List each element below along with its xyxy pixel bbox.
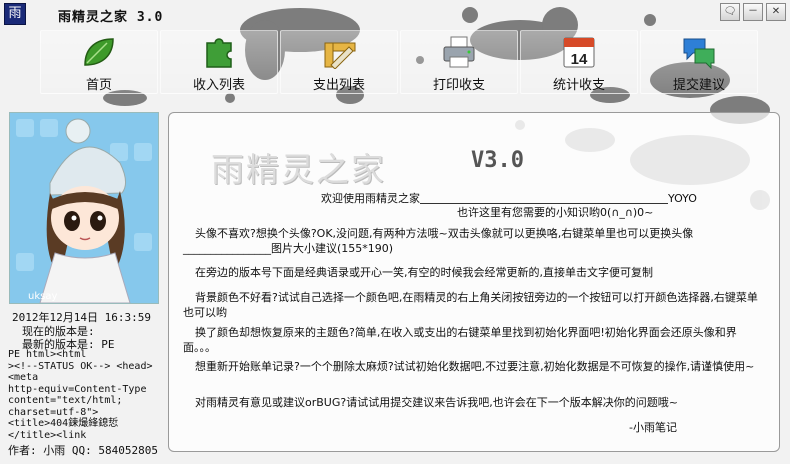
toolbar-income-list-button[interactable]: 收入列表: [160, 30, 278, 94]
welcome-line: 欢迎使用雨精灵之家 YOYO: [321, 191, 697, 206]
window-controls: 🗨 － ✕: [720, 3, 786, 21]
toolbar-print-button[interactable]: 打印收支: [400, 30, 518, 94]
tip-paragraph: 换了颜色却想恢复原来的主题色?简单,在收入或支出的右键菜单里找到初始化界面吧!初…: [183, 326, 737, 354]
chat-bubbles-icon: [683, 38, 715, 69]
feedback-window-button[interactable]: 🗨: [720, 3, 740, 21]
tip-paragraph: 想重新开始账单记录?一个个删除太麻烦?试试初始化数据吧,不过要注意,初始化数据是…: [195, 360, 755, 373]
avatar-illustration: uksay: [10, 113, 158, 303]
tips-subtitle: 也许这里有您需要的小知识哟0(∩_∩)0~: [457, 206, 654, 219]
close-button[interactable]: ✕: [766, 3, 786, 21]
version-heading: V3.0: [471, 148, 524, 173]
user-avatar[interactable]: uksay: [9, 112, 159, 304]
toolbar-expense-list-button[interactable]: 支出列表: [280, 30, 398, 94]
puzzle-icon: [206, 38, 232, 68]
signature: -小雨笔记: [629, 421, 677, 434]
app-logo-icon: 雨: [4, 3, 26, 25]
toolbar-print-label: 打印收支: [432, 78, 485, 93]
window-title: 雨精灵之家 3.0: [58, 10, 164, 25]
toolbar-submit-feedback-button[interactable]: 提交建议: [640, 30, 758, 94]
title-bar: 雨 雨精灵之家 3.0 🗨 － ✕: [0, 0, 790, 28]
toolbar-expense-list-label: 支出列表: [312, 78, 365, 93]
welcome-divider: [420, 203, 668, 204]
toolbar-statistics-button[interactable]: 14 统计收支: [520, 30, 638, 94]
ruler-pencil-icon: [324, 42, 356, 69]
toolbar-income-list-label: 收入列表: [192, 78, 245, 93]
toolbar-home-button[interactable]: 首页: [40, 30, 158, 94]
leaf-icon: [84, 38, 114, 66]
calendar-day-number: 14: [571, 51, 588, 68]
home-content-panel: 雨精灵之家 V3.0 欢迎使用雨精灵之家 YOYO 也许这里有您需要的小知识哟0(…: [168, 112, 780, 452]
printer-icon: [443, 36, 475, 68]
toolbar-home-label: 首页: [85, 78, 112, 93]
minimize-button[interactable]: －: [743, 3, 763, 21]
tip-paragraph: 对雨精灵有意见或建议orBUG?请试试用提交建议来告诉我吧,也许会在下一个版本解…: [195, 396, 678, 409]
daily-quote-text[interactable]: PE html><html ><!--STATUS OK--> <head> <…: [8, 349, 158, 441]
toolbar-submit-feedback-label: 提交建议: [672, 78, 725, 93]
tip-paragraph: 在旁边的版本号下面是经典语录或开心一笑,有空的时候我会经常更新的,直接单击文字便…: [195, 266, 653, 279]
author-info: 作者: 小雨 QQ: 584052805: [8, 442, 158, 458]
app-name-heading: 雨精灵之家: [211, 150, 386, 189]
tip-paragraph: 头像不喜欢?想换个头像?OK,没问题,有两种方法哦~双击头像就可以更换咯,右键菜…: [183, 227, 694, 255]
calendar-icon: 14: [563, 37, 595, 68]
welcome-text: 欢迎使用雨精灵之家: [321, 192, 420, 205]
avatar-caption: uksay: [28, 291, 57, 302]
toolbar-statistics-label: 统计收支: [552, 78, 605, 93]
welcome-suffix: YOYO: [668, 192, 697, 205]
main-toolbar: 首页 收入列表 支出列表 打印收支 14 统计收支 提交建议: [0, 30, 790, 94]
tip-paragraph: 背景颜色不好看?试试自己选择一个颜色吧,在雨精灵的右上角关闭按钮旁边的一个按钮可…: [183, 291, 758, 319]
